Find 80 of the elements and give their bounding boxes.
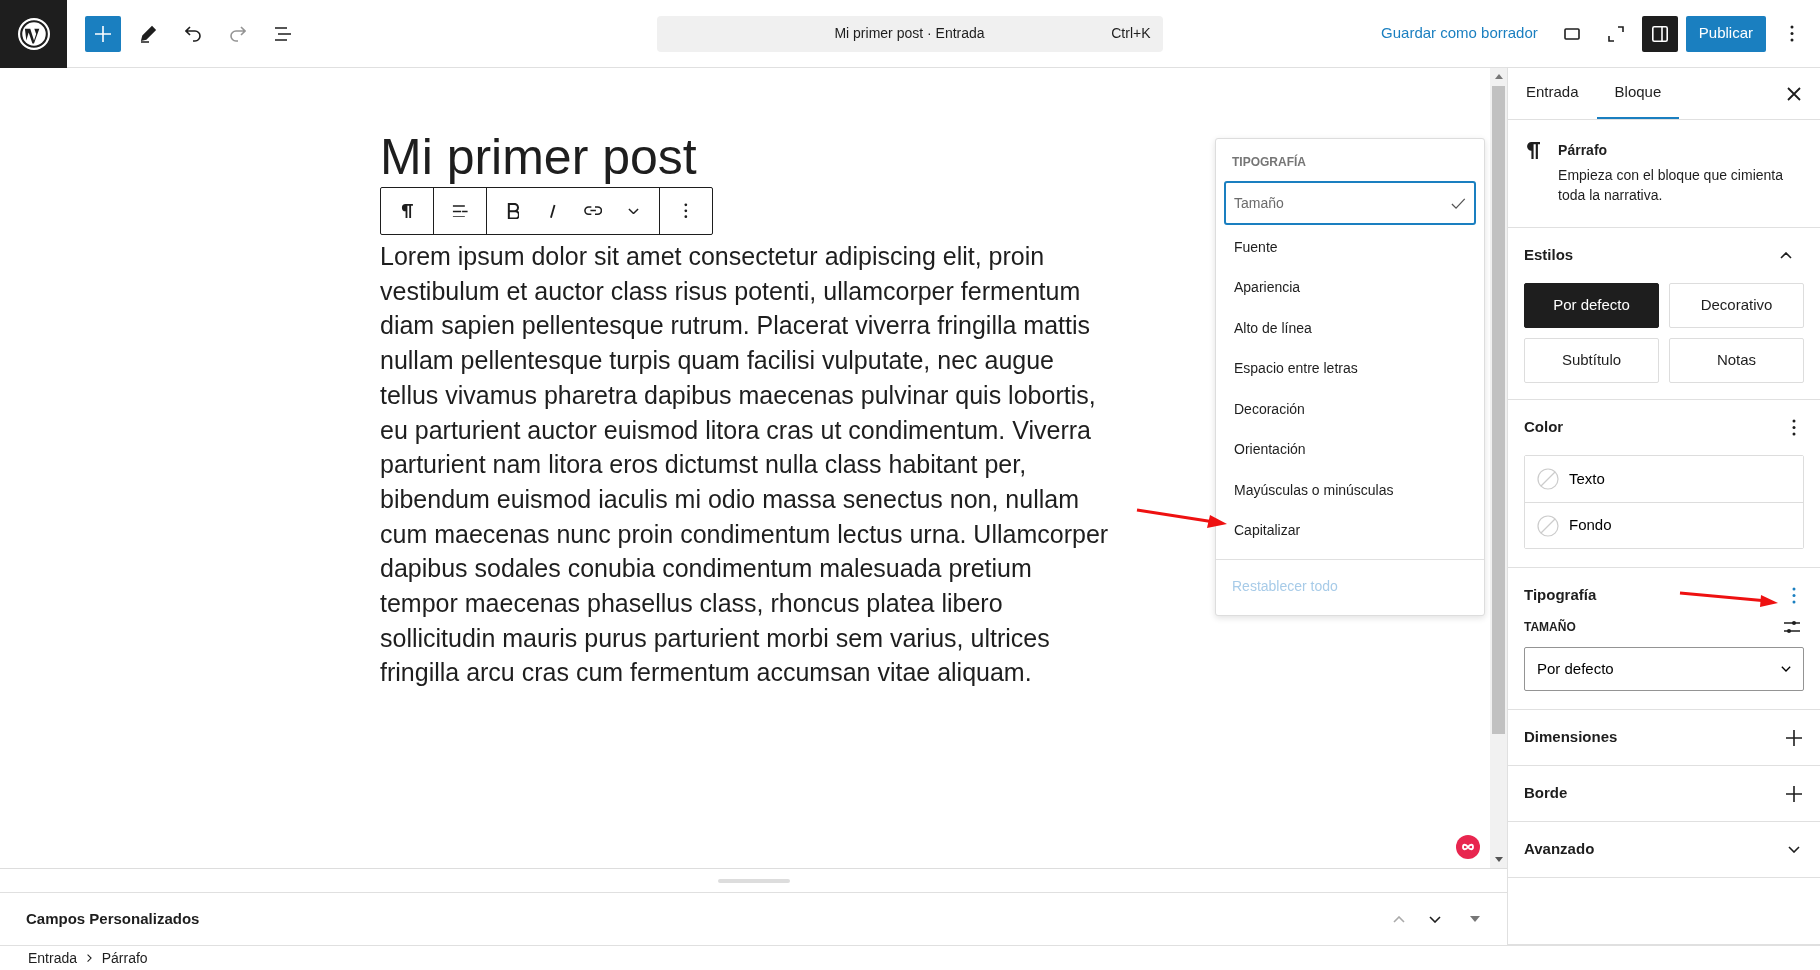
plus-icon xyxy=(1785,728,1803,747)
settings-sidebar-button[interactable] xyxy=(1641,15,1678,52)
field-label: TAMAÑO xyxy=(1524,618,1576,636)
sliders-icon xyxy=(1783,620,1801,634)
menu-item[interactable]: Tamaño xyxy=(1224,181,1476,225)
bold-icon xyxy=(506,202,520,220)
check-icon xyxy=(1451,197,1466,209)
sidebar-tab[interactable]: Bloque xyxy=(1596,68,1680,119)
chevron-down-icon xyxy=(1429,915,1441,923)
menu-item[interactable]: Mayúsculas o minúsculas xyxy=(1224,470,1476,511)
triangle-down-icon xyxy=(1469,915,1481,923)
more-icon xyxy=(684,203,688,219)
align-left-icon xyxy=(451,204,469,218)
scroll-down-icon[interactable] xyxy=(1493,854,1504,864)
menu-item[interactable]: Apariencia xyxy=(1224,267,1476,308)
menu-item[interactable]: Fuente xyxy=(1224,227,1476,268)
panel-title: Campos Personalizados xyxy=(26,908,201,929)
fullscreen-icon xyxy=(1607,25,1624,42)
italic-icon xyxy=(550,203,556,219)
plus-icon xyxy=(1785,784,1803,803)
chevron-down-icon xyxy=(627,207,639,215)
menu-item[interactable]: Alto de línea xyxy=(1224,308,1476,349)
block-description: Empieza con el bloque que cimienta toda la narrativa. xyxy=(1558,166,1784,205)
breadcrumb-link[interactable]: Entrada xyxy=(28,947,78,969)
laptop-icon xyxy=(1561,27,1582,40)
menu-item[interactable]: Capitalizar xyxy=(1224,510,1476,551)
menu-item[interactable]: Orientación xyxy=(1224,429,1476,470)
breadcrumb-link[interactable]: Párrafo xyxy=(101,947,148,969)
resize-handle[interactable] xyxy=(717,878,790,883)
more-icon xyxy=(1792,419,1796,436)
style-option[interactable]: Decorativo xyxy=(1669,283,1804,328)
option-label: Texto xyxy=(1569,468,1605,489)
redo-icon xyxy=(230,25,246,42)
infinity-badge-icon[interactable] xyxy=(1456,835,1480,859)
post-title[interactable]: Mi primer post xyxy=(380,130,697,185)
panel-title: Tipografía xyxy=(1524,585,1597,606)
chevron-down-icon xyxy=(1788,846,1800,853)
chevron-up-icon xyxy=(1393,915,1405,923)
menu-item[interactable]: Decoración xyxy=(1224,389,1476,430)
menu-heading: TIPOGRAFÍA xyxy=(1231,153,1307,171)
publish-button[interactable]: Publicar xyxy=(1685,15,1766,52)
empty-swatch-icon xyxy=(1537,468,1559,490)
paragraph-text[interactable]: Lorem ipsum dolor sit amet consectetur adipiscing elit, proin vestibulum et auctor class risus potenti, ullamcorper fermentum diam sapien pellentesque rutrum. Placerat viverra fringilla mattis nullam pellentesque turpis quam facilisi vulputate, nec augue tellus vivamus pharetra dapibus maecenas pulvinar quis lobortis, eu parturient auctor euismod litora cras ut condimentum. Viverra parturient nam litora eros dictumst nulla class habitant per, bibendum euismod iaculis mi odio massa senectus non, nullam cum maecenas nunc proin condimentum lectus urna. Ullamcorper dapibus sodales conubia condimentum malesuada pretium tempor maecenas phasellus class, rhoncus platea libero sollicitudin mauris purus parturient morbi sem varius, ultrices fringilla arcu cras cum fermentum accumsan vitae aliquam. xyxy=(380,239,1115,691)
more-icon xyxy=(1792,587,1796,604)
more-icon xyxy=(1790,25,1794,42)
panel-title: Dimensiones xyxy=(1524,727,1618,748)
menu-item[interactable]: Espacio entre letras xyxy=(1224,348,1476,389)
command-palette-button[interactable]: Mi primer post · Entrada Ctrl+K xyxy=(656,15,1163,52)
logo-icon xyxy=(17,17,50,50)
option-label: Fondo xyxy=(1569,515,1612,536)
chevron-right-icon xyxy=(87,953,92,963)
style-option[interactable]: Subtítulo xyxy=(1524,338,1659,383)
style-option[interactable]: Por defecto xyxy=(1524,283,1659,328)
list-view-icon xyxy=(274,26,292,41)
shortcut-hint: Ctrl+K xyxy=(1111,24,1151,43)
block-name: Párrafo xyxy=(1558,141,1609,160)
undo-icon xyxy=(185,25,201,42)
panel-title: Estilos xyxy=(1524,245,1574,266)
empty-swatch-icon xyxy=(1537,514,1559,537)
size-select[interactable]: Por defecto xyxy=(1524,647,1804,691)
site-logo-button[interactable] xyxy=(0,0,67,68)
panel-title: Avanzado xyxy=(1524,839,1595,860)
pencil-icon xyxy=(139,24,157,43)
chevron-up-icon xyxy=(1780,252,1792,259)
sidebar-tab[interactable]: Entrada xyxy=(1508,68,1597,119)
pilcrow-icon xyxy=(1526,142,1541,160)
link-icon xyxy=(583,206,603,216)
scroll-up-icon[interactable] xyxy=(1493,72,1504,82)
sidebar-icon xyxy=(1651,25,1668,42)
save-draft-link[interactable]: Guardar como borrador xyxy=(1373,22,1546,45)
chevron-down-icon xyxy=(1781,666,1791,672)
close-icon xyxy=(1787,86,1801,101)
style-option[interactable]: Notas xyxy=(1669,338,1804,383)
scrollbar[interactable] xyxy=(1490,68,1507,868)
panel-title: Color xyxy=(1524,417,1564,438)
color-option[interactable]: Fondo xyxy=(1525,502,1803,548)
panel-title: Borde xyxy=(1524,783,1568,804)
plus-icon xyxy=(94,24,112,43)
pilcrow-icon xyxy=(401,203,413,219)
add-block-button[interactable] xyxy=(85,15,121,52)
